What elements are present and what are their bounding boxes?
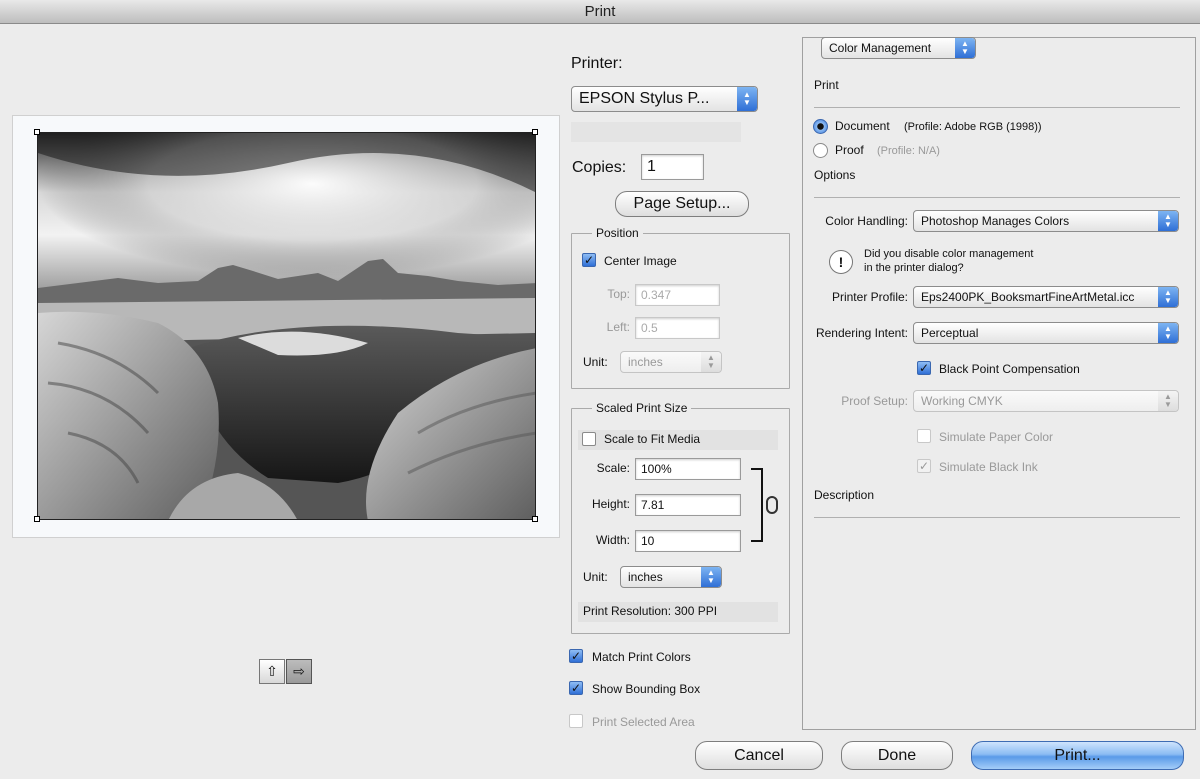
rendering-intent-label: Rendering Intent: (815, 326, 908, 340)
bounding-handle-tr[interactable] (532, 129, 538, 135)
color-management-panel (802, 37, 1196, 730)
black-point-label: Black Point Compensation (939, 362, 1080, 376)
height-input[interactable]: 7.81 (635, 494, 741, 516)
proof-radio[interactable] (813, 143, 828, 158)
print-section-header: Print (814, 78, 839, 92)
scale-input[interactable]: 100% (635, 458, 741, 480)
printer-label: Printer: (571, 55, 623, 72)
scale-label: Scale: (596, 461, 630, 475)
bounding-handle-br[interactable] (532, 516, 538, 522)
position-group-label: Position (592, 226, 643, 240)
height-label: Height: (591, 497, 630, 511)
show-bounding-box-label: Show Bounding Box (592, 682, 701, 696)
printer-profile-label: Printer Profile: (831, 290, 908, 304)
scaled-unit-select[interactable]: inches ▲ ▼ (620, 566, 722, 588)
scaled-group-label: Scaled Print Size (592, 401, 692, 415)
match-print-colors-label: Match Print Colors (592, 650, 691, 664)
top-input[interactable]: 0.347 (635, 284, 720, 306)
print-resolution: Print Resolution: 300 PPI (583, 604, 718, 618)
printer-status (571, 122, 741, 142)
copies-label: Copies: (572, 159, 627, 176)
description-separator (814, 517, 1180, 518)
printer-profile-value: Eps2400PK_BooksmartFineArtMetal.icc (921, 290, 1135, 304)
printer-select-value: EPSON Stylus P... (579, 90, 710, 107)
proof-setup-select[interactable]: Working CMYK ▲ ▼ (913, 390, 1179, 412)
landscape-photo (38, 133, 535, 519)
options-section-header: Options (814, 168, 856, 182)
match-print-colors-checkbox[interactable]: ✓ (569, 649, 583, 663)
copies-input[interactable]: 1 (641, 154, 704, 180)
rendering-intent-value: Perceptual (921, 326, 979, 340)
position-unit-select[interactable]: inches ▲ ▼ (620, 351, 722, 373)
simulate-paper-label: Simulate Paper Color (939, 430, 1054, 444)
left-input[interactable]: 0.5 (635, 317, 720, 339)
color-handling-label: Color Handling: (825, 214, 908, 228)
print-separator (814, 107, 1180, 108)
width-input[interactable]: 10 (635, 530, 741, 552)
window-title: Print (0, 0, 1200, 24)
print-selected-area-checkbox[interactable] (569, 714, 583, 728)
cancel-button[interactable]: Cancel (695, 741, 823, 770)
link-bracket (751, 468, 763, 542)
center-image-label: Center Image (604, 254, 677, 268)
position-unit-value: inches (628, 355, 663, 369)
popup-arrows-icon: ▲ ▼ (1158, 287, 1178, 307)
warning-line-2: in the printer dialog? (864, 262, 964, 274)
rendering-intent-select[interactable]: Perceptual ▲ ▼ (913, 322, 1179, 344)
show-bounding-box-checkbox[interactable]: ✓ (569, 681, 583, 695)
warning-line-1: Did you disable color management (864, 248, 1034, 260)
scale-to-fit-checkbox[interactable] (582, 432, 596, 446)
center-image-checkbox[interactable]: ✓ (582, 253, 596, 267)
options-separator (814, 197, 1180, 198)
proof-setup-label: Proof Setup: (841, 394, 908, 408)
done-button[interactable]: Done (841, 741, 953, 770)
simulate-paper-checkbox[interactable] (917, 429, 931, 443)
document-radio[interactable] (813, 119, 828, 134)
printer-select[interactable]: EPSON Stylus P... ▲ ▼ (571, 86, 758, 112)
left-label: Left: (606, 320, 630, 334)
color-handling-value: Photoshop Manages Colors (921, 214, 1070, 228)
preview-image[interactable] (37, 132, 536, 520)
proof-profile: (Profile: N/A) (877, 145, 940, 157)
page-setup-button[interactable]: Page Setup... (615, 191, 749, 217)
popup-arrows-icon: ▲ ▼ (1158, 211, 1178, 231)
description-header: Description (814, 488, 875, 502)
bounding-handle-bl[interactable] (34, 516, 40, 522)
bounding-handle-tl[interactable] (34, 129, 40, 135)
scaled-unit-label: Unit: (583, 570, 608, 584)
popup-arrows-icon: ▲ ▼ (701, 352, 721, 372)
landscape-orientation-icon[interactable]: ⇨ (286, 659, 312, 684)
section-select-value: Color Management (829, 41, 932, 55)
simulate-ink-checkbox[interactable]: ✓ (917, 459, 931, 473)
position-unit-label: Unit: (583, 355, 608, 369)
color-handling-select[interactable]: Photoshop Manages Colors ▲ ▼ (913, 210, 1179, 232)
popup-arrows-icon: ▲ ▼ (701, 567, 721, 587)
popup-arrows-icon: ▲ ▼ (1158, 323, 1178, 343)
black-point-checkbox[interactable]: ✓ (917, 361, 931, 375)
chain-link-icon[interactable] (766, 496, 778, 514)
popup-arrows-icon: ▲ ▼ (955, 38, 975, 58)
top-label: Top: (607, 287, 630, 301)
printer-profile-select[interactable]: Eps2400PK_BooksmartFineArtMetal.icc ▲ ▼ (913, 286, 1179, 308)
popup-arrows-icon: ▲ ▼ (737, 87, 757, 111)
document-label: Document (835, 119, 890, 133)
proof-label: Proof (835, 143, 864, 157)
print-button[interactable]: Print... (971, 741, 1184, 770)
scale-to-fit-label: Scale to Fit Media (604, 432, 701, 446)
scaled-unit-value: inches (628, 570, 663, 584)
print-selected-area-label: Print Selected Area (592, 715, 695, 729)
proof-setup-value: Working CMYK (921, 394, 1003, 408)
exclamation-icon: ! (829, 250, 853, 274)
popup-arrows-icon: ▲ ▼ (1158, 391, 1178, 411)
document-profile: (Profile: Adobe RGB (1998)) (904, 121, 1042, 133)
section-select[interactable]: Color Management ▲ ▼ (821, 37, 976, 59)
portrait-orientation-icon[interactable]: ⇧ (259, 659, 285, 684)
simulate-ink-label: Simulate Black Ink (939, 460, 1038, 474)
width-label: Width: (595, 533, 630, 547)
